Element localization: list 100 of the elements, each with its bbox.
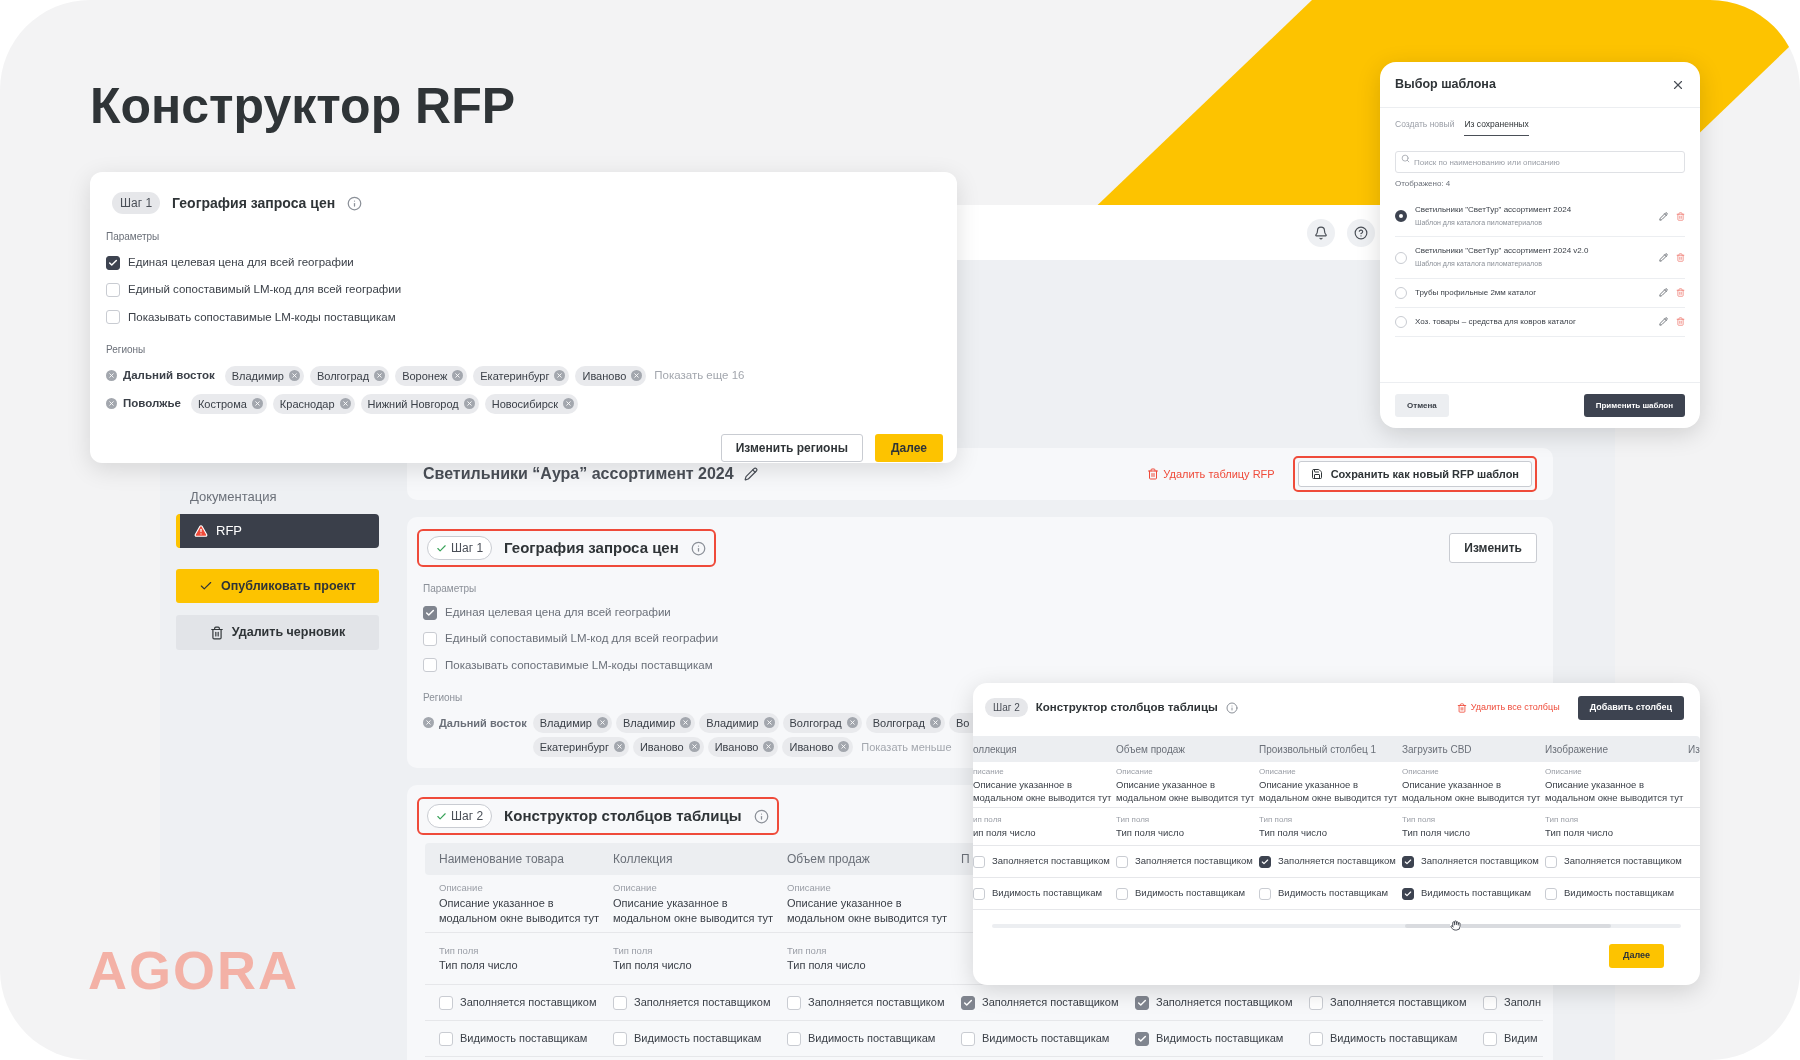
- field-label: Описание: [613, 881, 658, 896]
- remove-icon[interactable]: [613, 741, 625, 753]
- remove-icon[interactable]: [846, 717, 858, 729]
- remove-icon[interactable]: [680, 717, 692, 729]
- publish-button[interactable]: Опубликовать проект: [176, 569, 379, 603]
- remove-icon[interactable]: [106, 370, 117, 382]
- apply-template-button[interactable]: Применить шаблон: [1583, 394, 1685, 417]
- checkbox-label: Заполняется поставщиком: [808, 995, 945, 1011]
- trash-icon[interactable]: [1676, 288, 1685, 298]
- checkbox-label: Видимость поставщикам: [982, 1031, 1110, 1047]
- edit-icon[interactable]: [743, 467, 758, 481]
- column-header: Коллекция: [613, 851, 673, 868]
- info-icon[interactable]: [1225, 701, 1238, 714]
- delete-draft-button[interactable]: Удалить черновик: [176, 615, 379, 650]
- change-regions-button[interactable]: Изменить регионы: [720, 433, 863, 462]
- trash-icon[interactable]: [1676, 253, 1685, 262]
- checkbox-label: Видимость поставщикам: [1135, 886, 1246, 901]
- add-column-button[interactable]: Добавить столбец: [1577, 695, 1684, 720]
- field-label: Описание: [787, 881, 832, 896]
- check-icon: [1261, 857, 1269, 866]
- edit-button[interactable]: Изменить: [1449, 533, 1537, 563]
- field-label: Тип поля: [1545, 814, 1580, 826]
- template-item[interactable]: Трубы профильные 2мм каталог: [1395, 278, 1685, 308]
- next-button[interactable]: Далее: [874, 433, 943, 462]
- next-button[interactable]: Далее: [1608, 944, 1664, 968]
- save-template-button[interactable]: Сохранить как новый RFP шаблон: [1297, 461, 1532, 487]
- save-icon: [1310, 468, 1323, 480]
- remove-icon[interactable]: [554, 370, 566, 382]
- checkbox-label: Видимость поставщикам: [1564, 886, 1675, 901]
- checkbox[interactable]: [961, 995, 975, 1010]
- remove-icon[interactable]: [288, 370, 300, 382]
- step-title: География запроса цен: [172, 193, 336, 213]
- chip-label: Иваново: [789, 739, 834, 755]
- remove-icon[interactable]: [688, 741, 700, 753]
- remove-icon[interactable]: [763, 741, 775, 753]
- column-header: Наименование товара: [439, 851, 564, 868]
- remove-icon[interactable]: [563, 398, 575, 410]
- remove-icon[interactable]: [374, 370, 386, 382]
- delete-columns-link[interactable]: Удалить все столбцы: [1456, 700, 1560, 715]
- remove-icon[interactable]: [631, 370, 643, 382]
- help-button[interactable]: [1347, 218, 1375, 247]
- remove-icon[interactable]: [106, 398, 117, 410]
- notification-button[interactable]: [1307, 218, 1335, 247]
- info-icon[interactable]: [753, 808, 769, 824]
- checkbox[interactable]: [1402, 887, 1414, 900]
- chip-label: Воронеж: [402, 368, 448, 384]
- field-type: Тип поля число: [1545, 826, 1614, 839]
- field-label: ип поля: [973, 814, 1003, 826]
- trash-icon[interactable]: [1676, 211, 1685, 221]
- remove-icon[interactable]: [929, 717, 941, 729]
- checkbox[interactable]: [1402, 855, 1414, 868]
- checkbox-label: Заполняется поставщиком: [1564, 854, 1682, 869]
- checkbox[interactable]: [423, 605, 437, 620]
- remove-icon[interactable]: [423, 717, 434, 729]
- checkbox-label: Единый сопоставимый LM-код для всей географии: [128, 282, 402, 298]
- chip-label: Во: [955, 715, 970, 731]
- checkbox[interactable]: [1259, 855, 1271, 868]
- field-type: Тип поля число: [1402, 826, 1471, 839]
- chip-label: Волгоград: [316, 368, 370, 384]
- template-item[interactable]: Хоз. товары – средства для ковров каталог: [1395, 307, 1685, 337]
- cancel-button[interactable]: Отмена: [1395, 394, 1449, 417]
- checkbox-label: Видимость поставщикам: [1156, 1031, 1284, 1047]
- remove-icon[interactable]: [452, 370, 464, 382]
- dialog-tab[interactable]: Из сохраненных: [1464, 118, 1529, 136]
- delete-table-link[interactable]: Удалить таблицу RFP: [1147, 465, 1275, 483]
- field-label: Описание: [1259, 765, 1297, 778]
- step-label: Шаг 1: [120, 195, 153, 212]
- help-icon: [1354, 225, 1368, 240]
- remove-icon[interactable]: [838, 741, 850, 753]
- trash-icon: [1456, 702, 1467, 713]
- column-description: Описание указанное в модальном окне выводится тут: [1402, 777, 1541, 804]
- checkbox[interactable]: [1135, 1031, 1149, 1046]
- field-type: Тип поля число: [787, 958, 867, 974]
- remove-icon[interactable]: [339, 398, 351, 410]
- chip-label: Владимир: [623, 715, 676, 731]
- sidebar-item[interactable]: Документация: [176, 480, 379, 514]
- column-description: Описание указанное в модальном окне выводится тут: [973, 777, 1112, 804]
- trash-icon: [209, 625, 224, 640]
- trash-icon[interactable]: [1676, 317, 1685, 327]
- field-type: Тип поля число: [1259, 826, 1328, 839]
- info-icon[interactable]: [347, 195, 363, 211]
- remove-icon[interactable]: [463, 398, 475, 410]
- field-type: ип поля число: [973, 826, 1037, 839]
- check-icon: [1137, 997, 1147, 1008]
- sidebar-item[interactable]: RFP: [176, 514, 379, 548]
- scrollbar-thumb[interactable]: [1405, 924, 1611, 928]
- hand-icon: [1450, 920, 1461, 931]
- step-title: География запроса цен: [504, 537, 679, 558]
- remove-icon[interactable]: [597, 717, 608, 729]
- checkbox-label: Видимость поставщикам: [808, 1031, 936, 1047]
- remove-icon[interactable]: [251, 398, 263, 410]
- checkbox-label: Видимость поставщикам: [1330, 1031, 1458, 1047]
- checkbox[interactable]: [106, 255, 120, 270]
- remove-icon[interactable]: [763, 717, 775, 729]
- checkbox-label: Заполняется поставщиком: [1330, 995, 1467, 1011]
- search-field[interactable]: Поиск по наименованию или описанию: [1395, 151, 1685, 174]
- radio-button[interactable]: [1395, 210, 1407, 222]
- checkbox[interactable]: [1135, 995, 1149, 1010]
- section-label: Параметры: [105, 230, 161, 244]
- info-icon[interactable]: [690, 540, 706, 556]
